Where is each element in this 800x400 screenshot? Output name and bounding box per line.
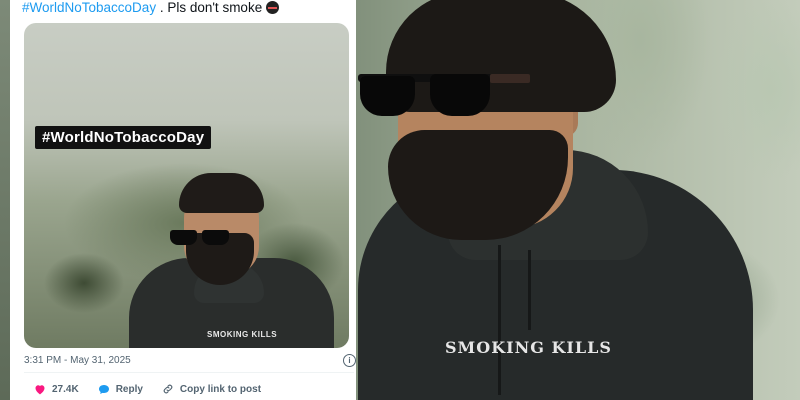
sunglasses-large xyxy=(358,72,530,118)
hoodie-string-right xyxy=(528,250,531,330)
tweet-image[interactable]: #WorldNoTobaccoDay SMOKING KILLS xyxy=(24,23,349,348)
large-photo: SMOKING KILLS xyxy=(358,0,800,400)
sunglasses xyxy=(170,230,238,245)
person-hair xyxy=(179,173,264,213)
divider xyxy=(24,372,354,373)
reply-label: Reply xyxy=(115,383,143,395)
heart-icon xyxy=(35,384,45,394)
tweet-text: #WorldNoTobaccoDay . Pls don't smoke xyxy=(22,0,352,16)
shirt-text: SMOKING KILLS xyxy=(207,330,278,339)
hoodie-string-left xyxy=(498,245,501,395)
reply-button[interactable]: Reply xyxy=(98,384,143,395)
no-smoking-icon xyxy=(266,1,280,14)
tweet-card: #WorldNoTobaccoDay . Pls don't smoke #Wo… xyxy=(10,0,356,400)
copy-link-label: Copy link to post xyxy=(179,383,262,395)
reply-icon xyxy=(98,384,109,394)
hashtag-link[interactable]: #WorldNoTobaccoDay xyxy=(22,0,156,15)
link-icon xyxy=(163,384,173,394)
image-hashtag-label: #WorldNoTobaccoDay xyxy=(35,126,212,149)
hoodie-text: SMOKING KILLS xyxy=(445,338,612,357)
tweet-body: . Pls don't smoke xyxy=(156,0,263,15)
copy-link-button[interactable]: Copy link to post xyxy=(162,383,261,395)
tweet-actions: 27.4K Reply Copy link to post xyxy=(34,381,280,397)
tweet-timestamp[interactable]: 3:31 PM - May 31, 2025 xyxy=(24,355,131,366)
like-button[interactable]: 27.4K xyxy=(34,384,79,395)
like-count: 27.4K xyxy=(52,383,79,395)
info-icon[interactable]: i xyxy=(343,354,356,367)
